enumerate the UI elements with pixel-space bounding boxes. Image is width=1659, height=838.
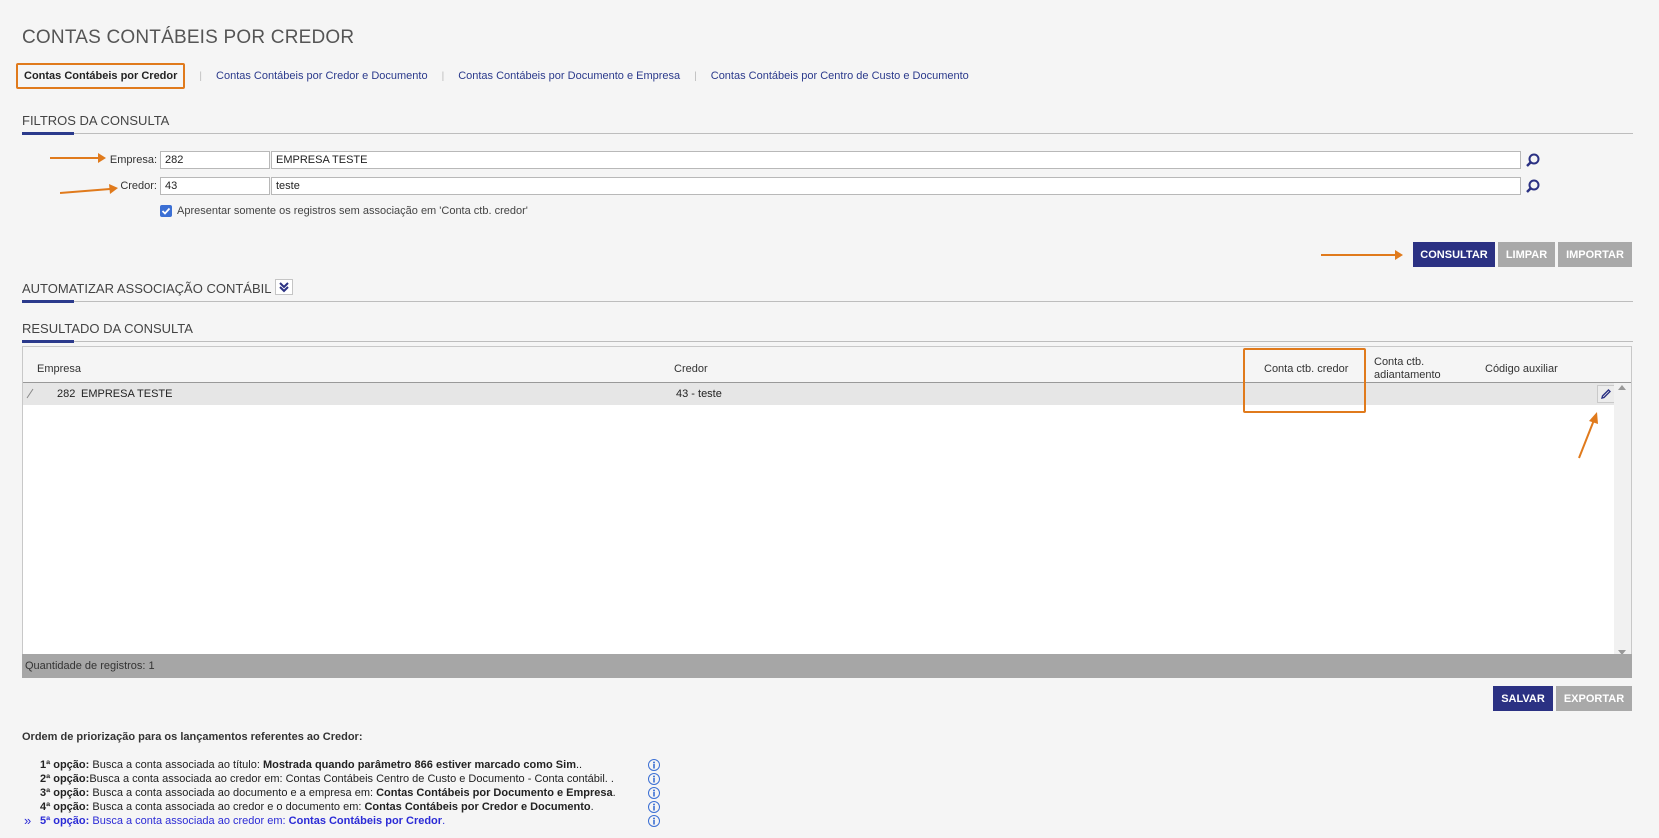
priority-option-5: 5ª opção: Busca a conta associada ao cre… xyxy=(40,815,446,827)
check-icon xyxy=(161,207,171,215)
current-option-marker: » xyxy=(24,813,32,828)
tab-separator: | xyxy=(199,70,203,82)
priority-option-4: 4ª opção: Busca a conta associada ao cre… xyxy=(40,801,594,813)
filter-checkbox[interactable] xyxy=(160,205,172,217)
salvar-button[interactable]: SALVAR xyxy=(1493,686,1553,711)
grid-footer: Quantidade de registros: 1 xyxy=(22,654,1632,678)
row-edit-indicator-icon xyxy=(25,387,35,402)
col-credor[interactable]: Credor xyxy=(674,363,708,375)
row-edit-button[interactable] xyxy=(1597,385,1615,403)
limpar-button[interactable]: LIMPAR xyxy=(1498,242,1555,267)
scroll-up-icon[interactable] xyxy=(1618,385,1626,390)
column-highlight-box xyxy=(1243,348,1366,413)
tab-contas-por-credor-documento[interactable]: Contas Contábeis por Credor e Documento xyxy=(216,70,428,82)
result-section-title: RESULTADO DA CONSULTA xyxy=(22,321,193,336)
grid-scrollbar[interactable] xyxy=(1614,383,1631,657)
pencil-icon xyxy=(1601,389,1611,399)
info-icon[interactable] xyxy=(648,787,660,799)
info-icon[interactable] xyxy=(648,801,660,813)
result-grid: Empresa Credor Conta ctb. credor Conta c… xyxy=(22,346,1632,678)
filter-checkbox-row: Apresentar somente os registros sem asso… xyxy=(160,205,528,217)
priority-option-2: 2ª opção:Busca a conta associada ao cred… xyxy=(40,773,614,785)
row-empresa-code: 282 xyxy=(57,388,76,400)
row-credor: 43 - teste xyxy=(676,388,722,400)
tab-contas-por-centro-custo[interactable]: Contas Contábeis por Centro de Custo e D… xyxy=(711,70,969,82)
empresa-search-button[interactable] xyxy=(1524,151,1542,169)
consultar-button[interactable]: CONSULTAR xyxy=(1413,242,1495,267)
tab-separator: | xyxy=(441,70,445,82)
tab-contas-por-credor[interactable]: Contas Contábeis por Credor xyxy=(24,70,177,82)
page-title: CONTAS CONTÁBEIS POR CREDOR xyxy=(22,27,355,48)
filters-section-divider xyxy=(22,132,1633,135)
tab-contas-por-documento-empresa[interactable]: Contas Contábeis por Documento e Empresa xyxy=(458,70,680,82)
priority-title: Ordem de priorização para os lançamentos… xyxy=(22,731,363,743)
empresa-code-input[interactable] xyxy=(160,151,270,169)
search-icon xyxy=(1526,179,1540,193)
empresa-name-input[interactable] xyxy=(271,151,1521,169)
annotation-arrow xyxy=(1321,250,1403,260)
col-conta-adiantamento-line2[interactable]: adiantamento xyxy=(1374,369,1441,381)
active-tab-highlight: Contas Contábeis por Credor xyxy=(16,63,186,89)
credor-code-input[interactable] xyxy=(160,177,270,195)
filters-section-title: FILTROS DA CONSULTA xyxy=(22,113,170,128)
automatizar-toggle-button[interactable] xyxy=(275,279,293,295)
importar-button[interactable]: IMPORTAR xyxy=(1558,242,1632,267)
col-conta-adiantamento-line1[interactable]: Conta ctb. xyxy=(1374,356,1424,368)
automatizar-section-divider xyxy=(22,300,1633,303)
credor-name-input[interactable] xyxy=(271,177,1521,195)
exportar-button[interactable]: EXPORTAR xyxy=(1556,686,1632,711)
table-row[interactable]: 282 EMPRESA TESTE 43 - teste xyxy=(23,383,1615,405)
info-icon[interactable] xyxy=(648,773,660,785)
credor-search-button[interactable] xyxy=(1524,177,1542,195)
priority-option-3: 3ª opção: Busca a conta associada ao doc… xyxy=(40,787,616,799)
filter-checkbox-label: Apresentar somente os registros sem asso… xyxy=(177,205,528,217)
tab-separator: | xyxy=(694,70,697,82)
annotation-arrow xyxy=(1578,412,1598,459)
search-icon xyxy=(1526,153,1540,167)
priority-option-1: 1ª opção: Busca a conta associada ao tít… xyxy=(40,759,583,771)
empresa-label: Empresa: xyxy=(109,154,157,166)
automatizar-section-title: AUTOMATIZAR ASSOCIAÇÃO CONTÁBIL xyxy=(22,281,272,296)
col-codigo-auxiliar[interactable]: Código auxiliar xyxy=(1485,363,1558,375)
tab-bar: Contas Contábeis por Credor | Contas Con… xyxy=(16,63,969,89)
info-icon[interactable] xyxy=(648,815,660,827)
credor-label: Credor: xyxy=(120,180,157,192)
row-empresa-name: EMPRESA TESTE xyxy=(81,388,173,400)
grid-header: Empresa Credor Conta ctb. credor Conta c… xyxy=(23,347,1631,383)
info-icon[interactable] xyxy=(648,759,660,771)
col-empresa[interactable]: Empresa xyxy=(37,363,81,375)
double-chevron-down-icon xyxy=(279,282,289,293)
result-section-divider xyxy=(22,340,1633,343)
